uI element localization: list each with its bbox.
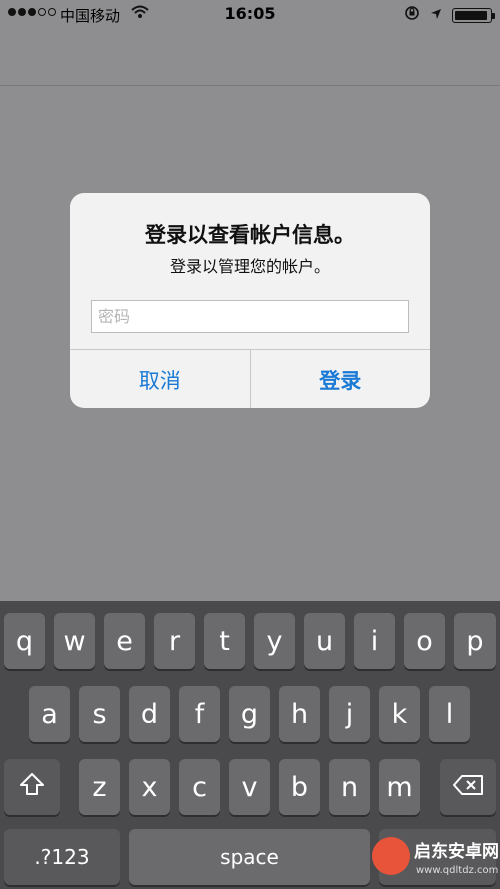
alert-actions: 取消 登录 (70, 349, 430, 408)
key-r[interactable]: r (154, 613, 195, 669)
key-s[interactable]: s (79, 686, 120, 742)
location-icon (430, 6, 442, 24)
key-a[interactable]: a (29, 686, 70, 742)
delete-key[interactable] (440, 759, 496, 815)
key-h[interactable]: h (279, 686, 320, 742)
shift-icon (19, 772, 45, 803)
key-j[interactable]: j (329, 686, 370, 742)
key-u[interactable]: u (304, 613, 345, 669)
key-p[interactable]: p (454, 613, 496, 669)
watermark: 启东安卓网 www.qdltdz.com (370, 829, 500, 889)
alert-message: 登录以管理您的帐户。 (169, 257, 330, 276)
space-key-label: space (220, 845, 279, 869)
battery-icon (452, 7, 495, 23)
login-button[interactable]: 登录 (249, 350, 431, 408)
key-v[interactable]: v (229, 759, 270, 815)
backspace-icon (452, 772, 484, 803)
orientation-lock-icon (404, 5, 420, 25)
numbers-key[interactable]: .?123 (4, 829, 120, 885)
numbers-key-label: .?123 (34, 845, 90, 869)
key-m[interactable]: m (379, 759, 420, 815)
key-z[interactable]: z (79, 759, 120, 815)
navigation-bar (0, 30, 500, 86)
cancel-button[interactable]: 取消 (70, 350, 250, 408)
key-g[interactable]: g (229, 686, 270, 742)
key-k[interactable]: k (379, 686, 420, 742)
key-n[interactable]: n (329, 759, 370, 815)
key-q[interactable]: q (4, 613, 45, 669)
watermark-logo-icon (372, 837, 410, 875)
key-o[interactable]: o (404, 613, 445, 669)
key-t[interactable]: t (204, 613, 245, 669)
key-b[interactable]: b (279, 759, 320, 815)
key-w[interactable]: w (54, 613, 95, 669)
key-c[interactable]: c (179, 759, 220, 815)
key-d[interactable]: d (129, 686, 170, 742)
key-i[interactable]: i (354, 613, 395, 669)
watermark-url: www.qdltdz.com (416, 865, 499, 876)
login-alert-dialog: 登录以查看帐户信息。 登录以管理您的帐户。 取消 登录 (70, 193, 430, 408)
key-e[interactable]: e (104, 613, 145, 669)
password-input[interactable] (91, 300, 409, 333)
status-bar: 中国移动 16:05 (0, 0, 500, 30)
watermark-title: 启东安卓网 (414, 842, 499, 862)
alert-title: 登录以查看帐户信息。 (145, 223, 355, 247)
key-y[interactable]: y (254, 613, 295, 669)
key-x[interactable]: x (129, 759, 170, 815)
shift-key[interactable] (4, 759, 60, 815)
key-f[interactable]: f (179, 686, 220, 742)
space-key[interactable]: space (129, 829, 370, 885)
key-l[interactable]: l (429, 686, 470, 742)
